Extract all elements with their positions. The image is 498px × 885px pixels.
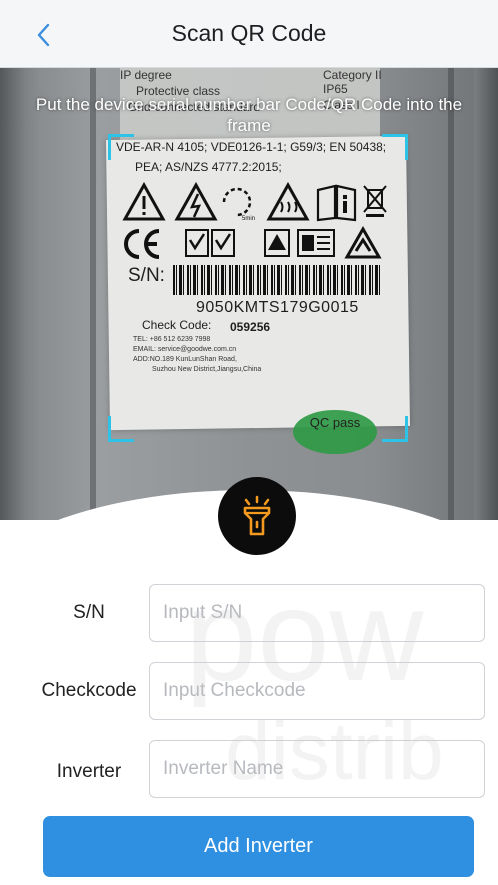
check-code-value: 059256 xyxy=(230,320,271,334)
checkcode-input[interactable] xyxy=(149,662,485,720)
navigation-bar: Scan QR Code xyxy=(0,0,498,68)
serial-barcode xyxy=(173,265,381,295)
flashlight-toggle-button[interactable] xyxy=(218,477,296,555)
grid-icon xyxy=(264,229,290,257)
contact-text: EMAIL: service@goodwe.com.cn xyxy=(133,346,237,353)
scan-frame-corner xyxy=(108,416,134,442)
sticker-standards: PEA; AS/NZS 4777.2:2015; xyxy=(135,160,282,174)
scan-frame-corner xyxy=(108,134,134,160)
ce-mark-icon xyxy=(124,229,160,259)
serial-number-text: 9050KMTS179G0015 xyxy=(196,299,359,316)
rcm-mark-icon xyxy=(344,226,382,259)
manual-icon xyxy=(316,184,357,222)
sn-field-label: S/N xyxy=(73,602,105,623)
inverter-field-label: Inverter xyxy=(56,761,122,782)
checkcode-field-label: Checkcode xyxy=(41,680,137,701)
scan-instruction: Put the device serial number bar Code/QR… xyxy=(35,95,463,135)
scan-frame-corner xyxy=(382,134,408,160)
sticker-text: IP degree xyxy=(120,68,172,82)
sticker-standards: VDE-AR-N 4105; VDE0126-1-1; G59/3; EN 50… xyxy=(116,140,387,154)
electric-hazard-icon xyxy=(174,182,218,221)
flashlight-icon xyxy=(243,495,271,536)
scan-frame-corner xyxy=(382,416,408,442)
hot-surface-icon xyxy=(266,182,310,221)
check-code-label: Check Code: xyxy=(142,318,212,332)
gr3-g59-icon xyxy=(185,229,235,257)
weee-bin-icon xyxy=(363,185,387,217)
sticker-text: Category II xyxy=(323,68,382,82)
discharge-time-icon: 5min xyxy=(222,187,255,222)
qc-pass-stamp: QC pass xyxy=(293,410,377,454)
info-panel-icon xyxy=(297,229,335,257)
sn-input[interactable] xyxy=(149,584,485,642)
certification-symbols: 5min xyxy=(122,182,392,232)
add-inverter-button[interactable]: Add Inverter xyxy=(43,816,474,877)
inverter-name-input[interactable] xyxy=(149,740,485,798)
svg-text:5min: 5min xyxy=(242,216,255,222)
contact-text: TEL: +86 512 6239 7998 xyxy=(133,336,211,343)
sticker-sn-label: S/N: xyxy=(128,265,165,286)
contact-text: Suzhou New District,Jiangsu,China xyxy=(152,366,262,373)
warning-triangle-icon xyxy=(122,182,166,221)
contact-text: ADD:NO.189 KunLunShan Road, xyxy=(133,356,237,363)
page-title: Scan QR Code xyxy=(171,20,327,46)
